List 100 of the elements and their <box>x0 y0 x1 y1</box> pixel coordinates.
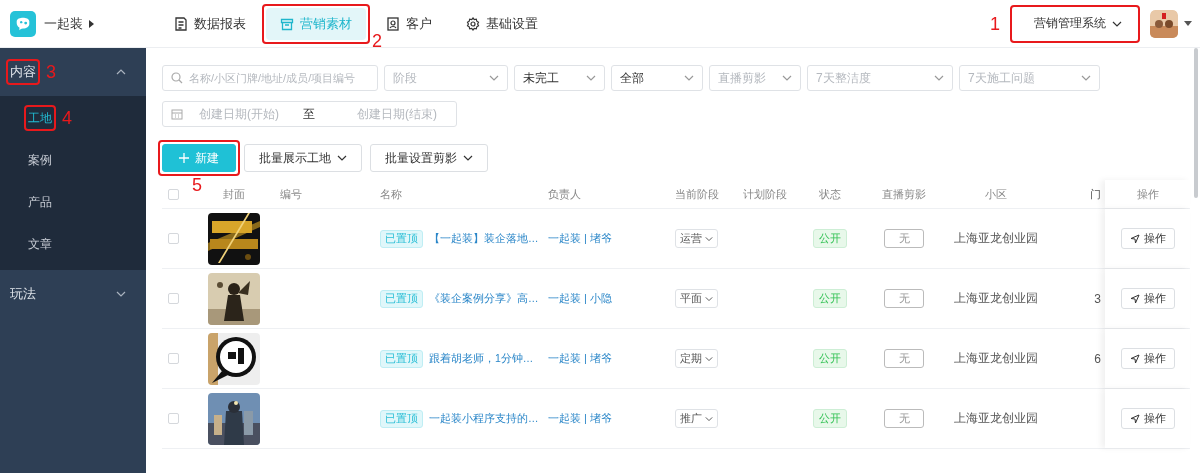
checkbox[interactable] <box>168 293 179 304</box>
scrollbar[interactable] <box>1194 48 1198 198</box>
action-button[interactable]: 操作 <box>1120 288 1175 309</box>
annotation-number: 5 <box>192 176 202 194</box>
send-icon <box>1129 293 1140 304</box>
logo-icon[interactable] <box>10 10 36 37</box>
calendar-icon <box>171 108 183 120</box>
chevron-down-icon <box>705 355 713 362</box>
action-button[interactable]: 操作 <box>1120 348 1175 369</box>
chevron-down-icon <box>684 75 694 81</box>
owner-link[interactable]: 一起装 | 小隐 <box>548 291 612 306</box>
column-header: 计划阶段 <box>743 186 787 202</box>
column-header: 门 <box>1090 186 1101 202</box>
send-icon <box>1129 413 1140 424</box>
checkbox[interactable] <box>168 353 179 364</box>
sidebar-group[interactable]: 玩法 <box>0 270 146 318</box>
sidebar-item[interactable]: 产品 <box>0 180 146 222</box>
table-cell: 上海亚龙创业园 <box>954 411 1038 426</box>
owner-link[interactable]: 一起装 | 堵爷 <box>548 231 612 246</box>
chevron-down-icon <box>116 291 126 297</box>
column-header: 编号 <box>280 186 302 202</box>
owner-link[interactable]: 一起装 | 堵爷 <box>548 351 612 366</box>
column-header: 当前阶段 <box>675 186 719 202</box>
settings-icon <box>466 16 480 31</box>
column-header: 封面 <box>223 186 245 202</box>
dropdown-button[interactable]: 批量展示工地 <box>244 144 362 172</box>
stage-select[interactable]: 平面 <box>675 289 718 308</box>
nav-tab[interactable]: 数据报表 <box>160 7 260 40</box>
contact-card-icon <box>386 16 400 31</box>
chevron-up-icon <box>116 69 126 75</box>
chevron-down-icon <box>934 75 944 81</box>
chevron-down-icon <box>586 75 596 81</box>
filter-select[interactable]: 全部 <box>611 65 703 91</box>
table-cell: 3 <box>1094 291 1101 306</box>
clip-tag: 无 <box>884 349 924 368</box>
clip-tag: 无 <box>884 289 924 308</box>
chevron-down-icon <box>705 415 713 422</box>
column-header: 状态 <box>819 186 841 202</box>
brand-name: 一起装 <box>44 14 83 33</box>
clip-tag: 无 <box>884 409 924 428</box>
name-link[interactable]: 一起装小程序支持的… <box>429 411 539 426</box>
chevron-down-icon <box>489 75 499 81</box>
system-switcher[interactable]: 营销管理系统 <box>1014 8 1136 39</box>
box-icon <box>280 16 294 31</box>
sidebar-item[interactable]: 案例 <box>0 138 146 180</box>
column-header: 操作 <box>1136 186 1159 202</box>
table-cell: 6 <box>1094 351 1101 366</box>
owner-link[interactable]: 一起装 | 堵爷 <box>548 411 612 426</box>
annotation-number: 1 <box>990 14 1000 33</box>
stage-select[interactable]: 推广 <box>675 409 718 428</box>
column-header: 小区 <box>985 186 1007 202</box>
chevron-down-icon <box>463 155 473 161</box>
chevron-down-icon <box>705 235 713 242</box>
send-icon <box>1129 233 1140 244</box>
stage-select[interactable]: 定期 <box>675 349 718 368</box>
name-link[interactable]: 【一起装】装企落地… <box>429 231 539 246</box>
annotation-number: 4 <box>62 108 73 127</box>
checkbox[interactable] <box>168 188 179 200</box>
date-range-field[interactable]: 创建日期(开始) 至 创建日期(结束) <box>162 101 457 127</box>
status-tag: 公开 <box>813 229 847 248</box>
name-link[interactable]: 《装企案例分享》高… <box>429 291 539 306</box>
status-tag: 公开 <box>813 289 847 308</box>
column-header: 名称 <box>380 186 402 202</box>
action-button[interactable]: 操作 <box>1120 408 1175 429</box>
checkbox[interactable] <box>168 413 179 424</box>
annotation-number: 2 <box>372 31 382 50</box>
sidebar-item[interactable]: 文章 <box>0 222 146 264</box>
plus-icon <box>179 153 189 163</box>
name-link[interactable]: 跟着胡老师，1分钟… <box>429 351 534 366</box>
annotation-box <box>24 104 56 131</box>
status-tag: 公开 <box>813 349 847 368</box>
checkbox[interactable] <box>168 233 179 244</box>
clip-tag: 无 <box>884 229 924 248</box>
chevron-down-icon <box>705 295 713 302</box>
stage-select[interactable]: 运营 <box>675 229 718 248</box>
send-icon <box>1129 353 1140 364</box>
column-header: 负责人 <box>548 186 581 202</box>
table-cell: 上海亚龙创业园 <box>954 231 1038 246</box>
dropdown-button[interactable]: 批量设置剪影 <box>370 144 488 172</box>
caret-down-icon[interactable] <box>1184 21 1192 26</box>
document-icon <box>174 16 188 31</box>
pinned-tag: 已置顶 <box>380 289 423 308</box>
chevron-down-icon <box>1112 20 1122 27</box>
pinned-tag: 已置顶 <box>380 349 423 368</box>
table-cell: 上海亚龙创业园 <box>954 351 1038 366</box>
annotation-box <box>6 59 40 85</box>
caret-right-icon[interactable] <box>89 19 94 28</box>
pinned-tag: 已置顶 <box>380 409 423 428</box>
sidebar-group[interactable]: 内容 3 <box>0 48 146 96</box>
nav-tab[interactable]: 基础设置 <box>452 7 552 40</box>
table-cell: 上海亚龙创业园 <box>954 291 1038 306</box>
search-icon <box>171 72 183 84</box>
action-button[interactable]: 操作 <box>1120 228 1175 249</box>
sidebar-item[interactable]: 工地 4 <box>0 96 146 138</box>
chevron-down-icon <box>782 75 792 81</box>
chevron-down-icon <box>1081 75 1091 81</box>
filter-select[interactable]: 未完工 <box>514 65 605 91</box>
annotation-number: 3 <box>46 63 57 81</box>
column-header: 直播剪影 <box>882 186 926 202</box>
status-tag: 公开 <box>813 409 847 428</box>
